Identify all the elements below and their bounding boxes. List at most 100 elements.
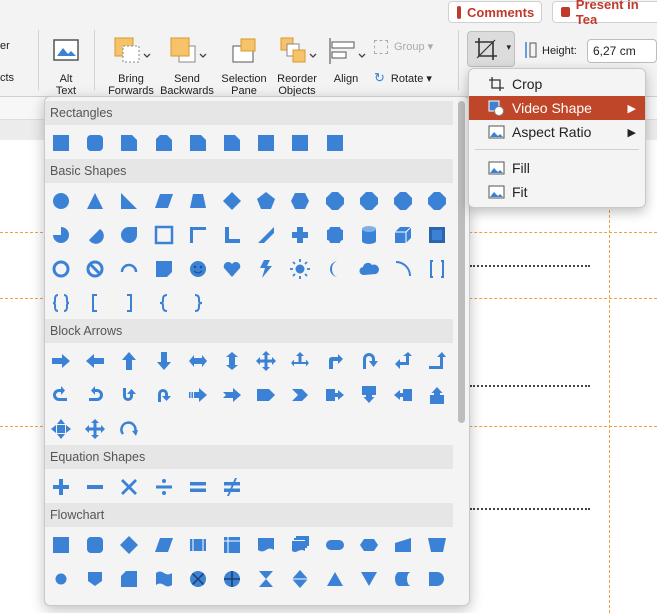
shape-option[interactable] [322,130,348,156]
shape-option[interactable] [322,256,348,282]
rotate-button[interactable]: ↻ Rotate ▾ [374,71,446,85]
shape-option[interactable] [48,416,74,442]
shape-option[interactable] [390,566,416,592]
shape-option[interactable] [287,382,313,408]
shape-option[interactable] [219,348,245,374]
shape-option[interactable] [116,416,142,442]
shape-option[interactable] [253,130,279,156]
shape-option[interactable] [424,532,450,558]
shape-option[interactable] [322,348,348,374]
shape-option[interactable] [287,130,313,156]
shape-option[interactable] [48,566,74,592]
shape-option[interactable] [219,474,245,500]
shape-option[interactable] [287,188,313,214]
shape-option[interactable] [253,566,279,592]
shape-option[interactable] [151,566,177,592]
shape-option[interactable] [82,130,108,156]
shape-option[interactable] [322,222,348,248]
shape-option[interactable] [185,474,211,500]
shape-option[interactable] [48,532,74,558]
alt-text-button[interactable]: Alt Text [46,36,86,97]
shape-option[interactable] [48,290,74,316]
shape-option[interactable] [151,188,177,214]
shape-option[interactable] [151,474,177,500]
shape-option[interactable] [151,348,177,374]
shape-option[interactable] [253,256,279,282]
bring-forward-button[interactable]: Bring Forwards [105,36,157,97]
shape-option[interactable] [116,290,142,316]
shape-option[interactable] [185,290,211,316]
shape-option[interactable] [322,566,348,592]
shape-option[interactable] [219,222,245,248]
gallery-scrollbar[interactable] [458,101,465,423]
shape-option[interactable] [48,474,74,500]
height-field[interactable]: 6,27 cm [587,39,657,63]
shape-option[interactable] [48,256,74,282]
shape-option[interactable] [151,256,177,282]
shape-option[interactable] [82,188,108,214]
shape-option[interactable] [116,566,142,592]
shape-option[interactable] [82,416,108,442]
shape-option[interactable] [219,532,245,558]
shape-option[interactable] [82,290,108,316]
shape-option[interactable] [390,256,416,282]
shape-option[interactable] [82,566,108,592]
shape-option[interactable] [287,222,313,248]
reorder-objects-button[interactable]: Reorder Objects [272,36,322,97]
shape-option[interactable] [390,348,416,374]
shape-option[interactable] [48,348,74,374]
align-button[interactable]: Align [324,36,368,85]
shape-option[interactable] [185,348,211,374]
shape-option[interactable] [219,130,245,156]
crop-button[interactable]: ▾ [467,31,515,67]
shape-option[interactable] [219,382,245,408]
group-button[interactable]: Group ▾ [374,40,446,54]
shape-option[interactable] [390,222,416,248]
shape-option[interactable] [151,290,177,316]
shape-option[interactable] [219,188,245,214]
shape-option[interactable] [287,532,313,558]
shape-option[interactable] [48,188,74,214]
shape-option[interactable] [390,382,416,408]
shape-option[interactable] [185,222,211,248]
shape-option[interactable] [185,382,211,408]
shape-option[interactable] [356,566,382,592]
shape-option[interactable] [390,532,416,558]
shape-option[interactable] [253,348,279,374]
selection-pane-button[interactable]: Selection Pane [217,36,271,97]
shape-option[interactable] [356,188,382,214]
shape-option[interactable] [48,382,74,408]
menu-item-fill[interactable]: Fill [469,156,645,180]
shape-option[interactable] [185,566,211,592]
shape-option[interactable] [424,566,450,592]
shape-option[interactable] [322,382,348,408]
shape-option[interactable] [151,130,177,156]
shape-option[interactable] [356,222,382,248]
shape-option[interactable] [116,130,142,156]
comments-button[interactable]: Comments [448,1,542,23]
shape-option[interactable] [424,256,450,282]
shape-option[interactable] [322,188,348,214]
shape-option[interactable] [322,532,348,558]
menu-item-crop[interactable]: Crop [469,72,645,96]
menu-item-video-shape[interactable]: Video Shape ▶ [469,96,645,120]
menu-item-fit[interactable]: Fit [469,180,645,204]
shape-option[interactable] [287,348,313,374]
shape-option[interactable] [356,348,382,374]
shape-option[interactable] [424,188,450,214]
shape-option[interactable] [116,256,142,282]
shape-option[interactable] [116,348,142,374]
shape-option[interactable] [356,532,382,558]
menu-item-aspect-ratio[interactable]: Aspect Ratio ▶ [469,120,645,144]
shape-option[interactable] [82,382,108,408]
shape-option[interactable] [82,256,108,282]
shape-option[interactable] [424,382,450,408]
shape-option[interactable] [151,222,177,248]
shape-option[interactable] [185,532,211,558]
shape-option[interactable] [116,382,142,408]
shape-option[interactable] [185,130,211,156]
shape-option[interactable] [116,188,142,214]
shape-option[interactable] [185,256,211,282]
shape-option[interactable] [185,188,211,214]
shape-option[interactable] [253,222,279,248]
